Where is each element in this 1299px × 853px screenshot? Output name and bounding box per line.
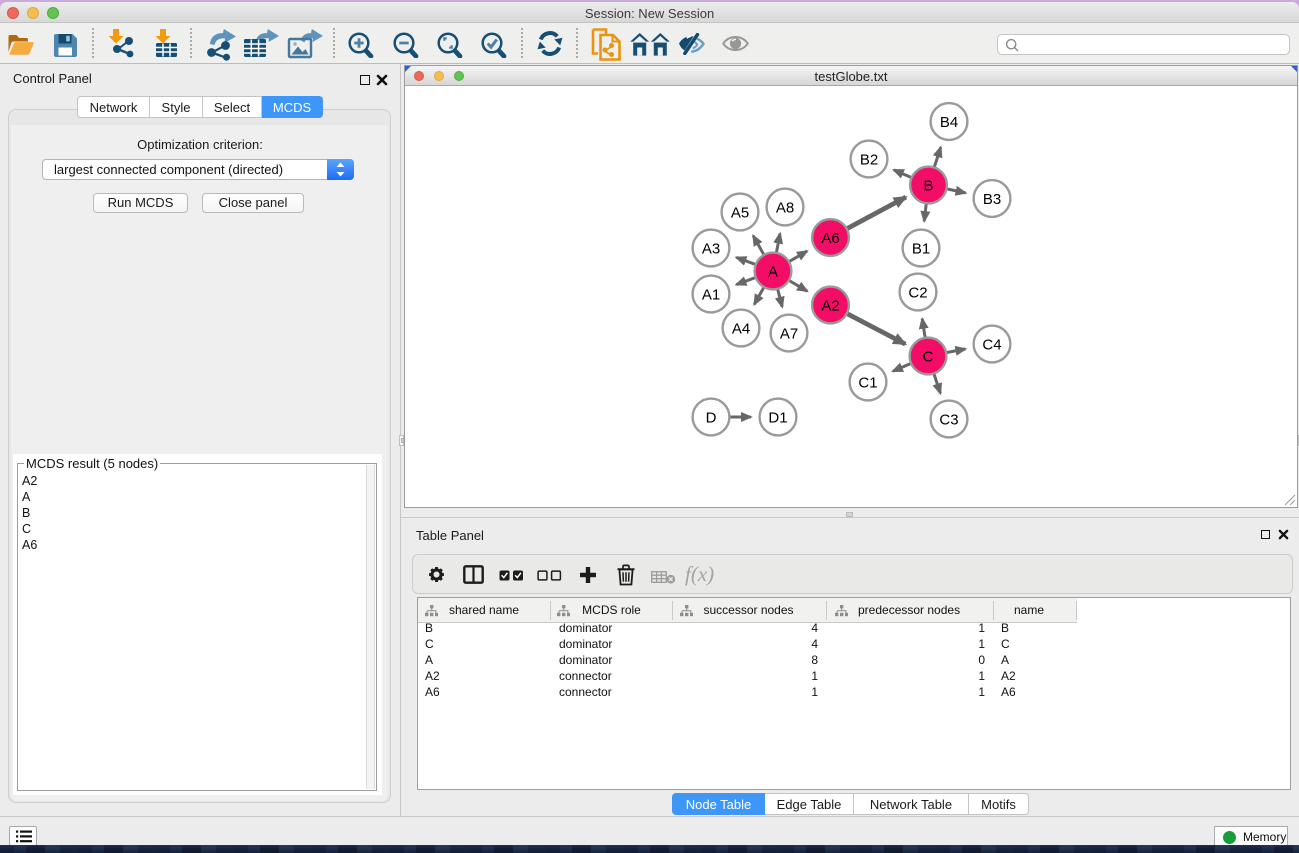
svg-text:C4: C4 xyxy=(982,337,1001,354)
svg-text:A4: A4 xyxy=(732,321,750,338)
svg-text:B2: B2 xyxy=(860,152,878,169)
svg-text:A6: A6 xyxy=(821,230,839,247)
svg-text:D1: D1 xyxy=(768,410,787,427)
svg-text:C1: C1 xyxy=(858,375,877,392)
svg-text:A: A xyxy=(768,264,778,281)
svg-text:B1: B1 xyxy=(912,241,930,258)
svg-text:C2: C2 xyxy=(908,285,927,302)
svg-text:A3: A3 xyxy=(702,241,720,258)
svg-text:A8: A8 xyxy=(776,200,794,217)
svg-text:A1: A1 xyxy=(702,287,720,304)
svg-text:C: C xyxy=(923,349,934,366)
svg-text:B4: B4 xyxy=(940,114,958,131)
svg-text:C3: C3 xyxy=(939,412,958,429)
svg-text:A5: A5 xyxy=(731,205,749,222)
svg-text:B: B xyxy=(923,178,933,195)
svg-text:A7: A7 xyxy=(780,326,798,343)
svg-text:D: D xyxy=(706,410,717,427)
svg-text:B3: B3 xyxy=(983,191,1001,208)
svg-text:A2: A2 xyxy=(821,298,839,315)
